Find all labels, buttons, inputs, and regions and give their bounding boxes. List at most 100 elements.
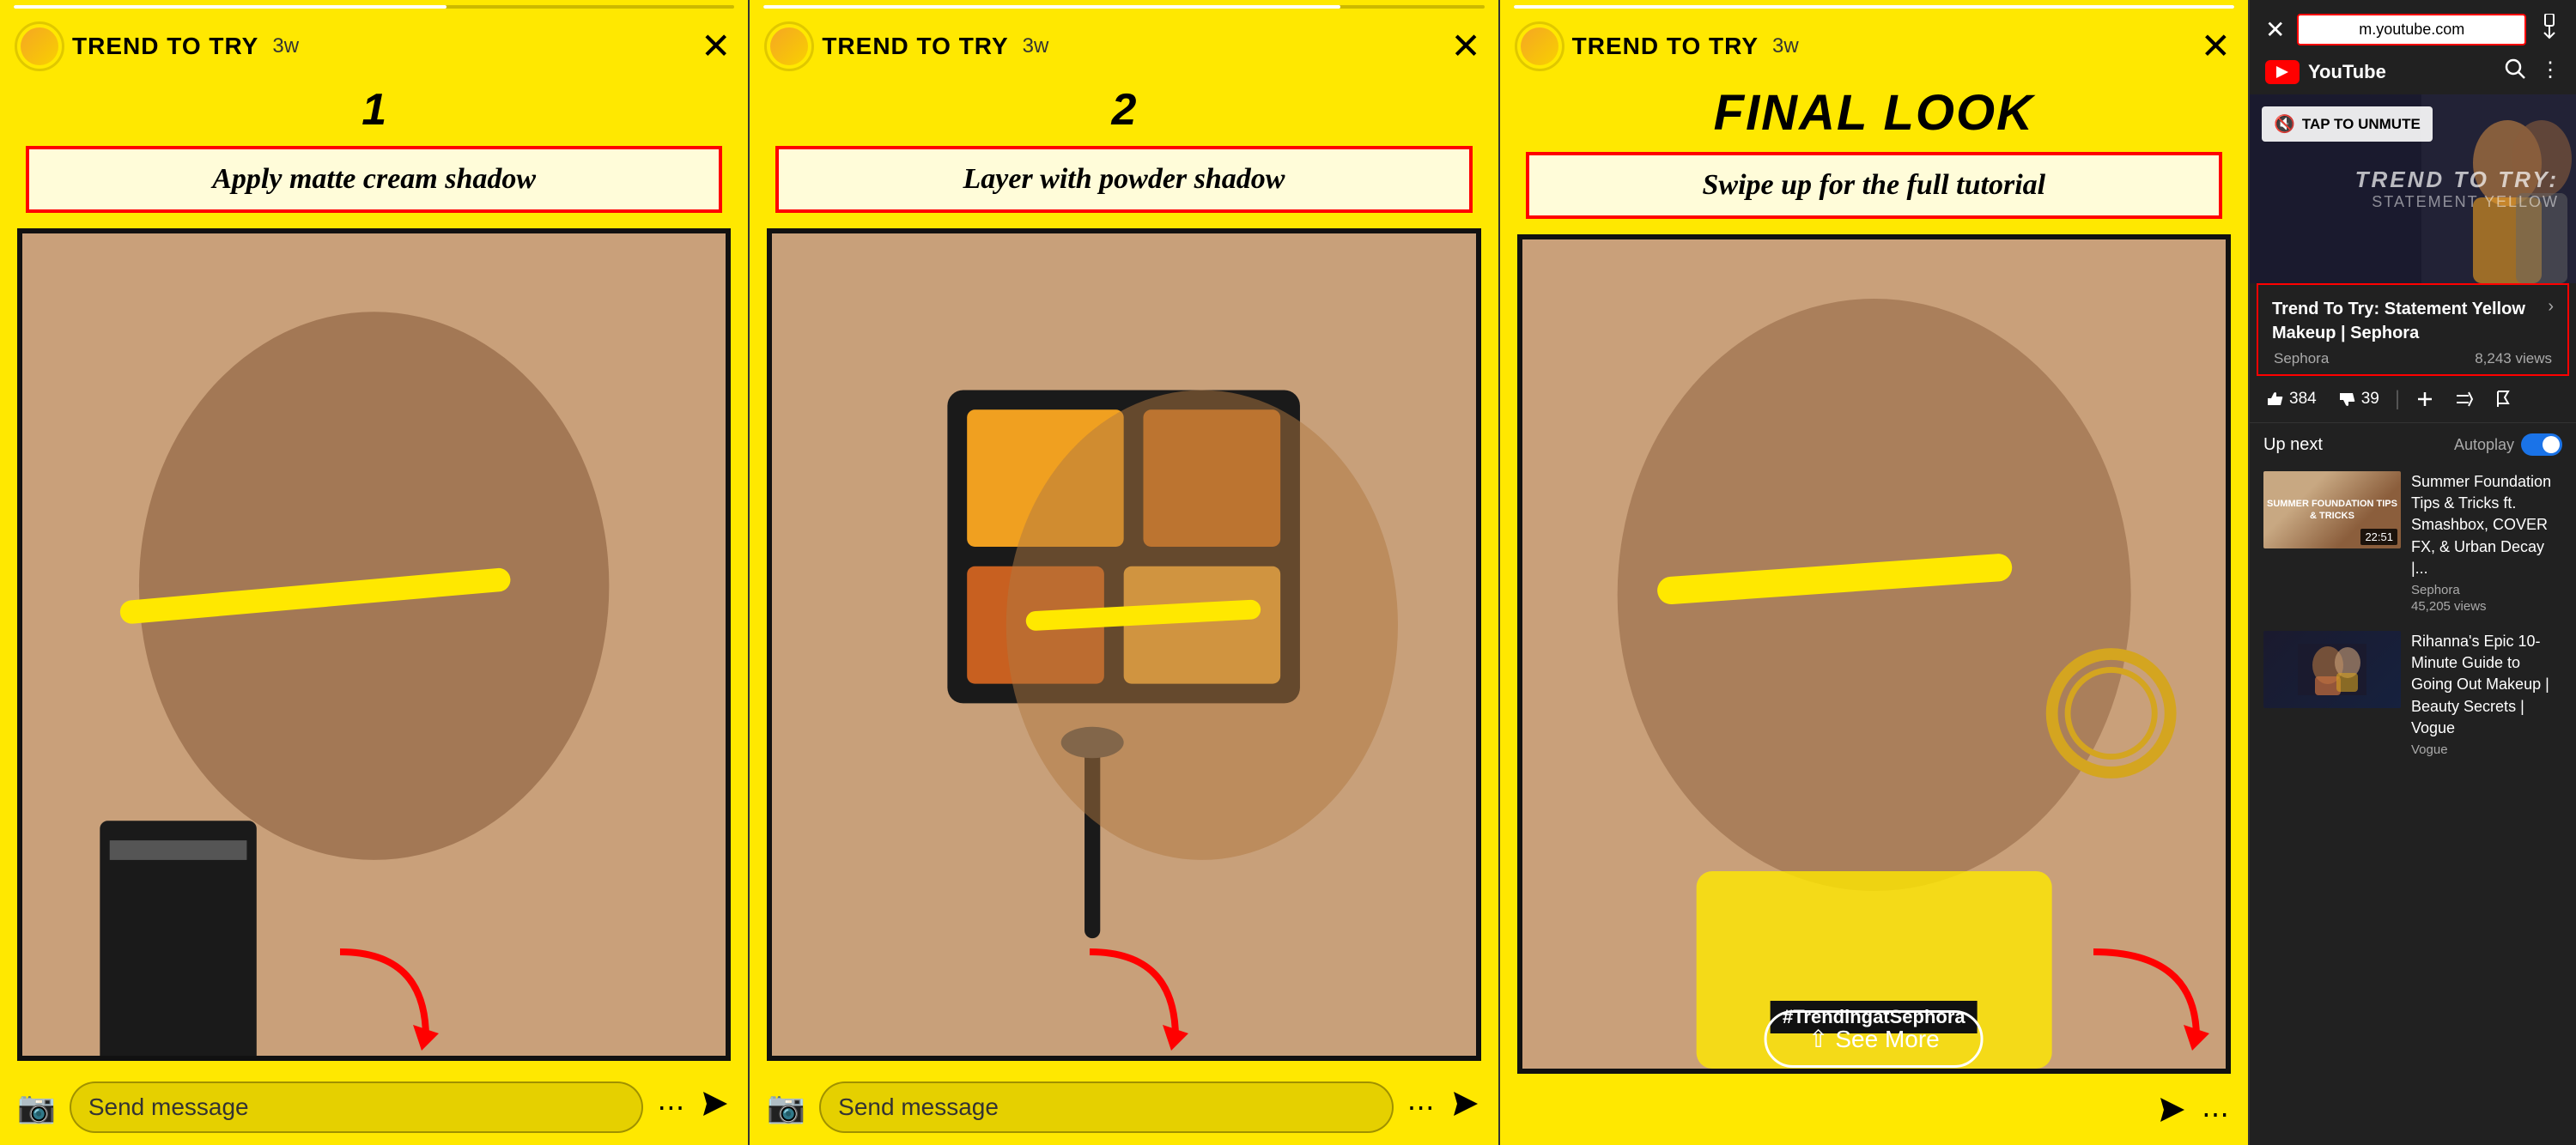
more-icon-1[interactable]: ⋯ [657, 1091, 686, 1124]
yt-close-icon[interactable]: ✕ [2265, 15, 2285, 44]
story-footer-1: 📷 Send message ⋯ [0, 1069, 748, 1145]
share-action-svg [2455, 390, 2474, 409]
flag-svg [2494, 390, 2513, 409]
story-panel-2: TREND TO TRY 3w ✕ 2 Layer with powder sh… [750, 0, 1499, 1145]
yt-autoplay-toggle[interactable] [2521, 433, 2562, 456]
story-header-1: TREND TO TRY 3w ✕ [0, 9, 748, 77]
story-caption-box-3: Swipe up for the full tutorial [1526, 152, 2222, 219]
yt-url-bar[interactable]: m.youtube.com [2297, 14, 2526, 45]
story-avatar-2 [767, 24, 811, 69]
yt-video-title: Trend To Try: Statement Yellow Makeup | … [2272, 297, 2548, 345]
story-footer-3: ⋯ [1500, 1082, 2248, 1145]
story-header-2: TREND TO TRY 3w ✕ [750, 9, 1498, 77]
yt-search-icon[interactable] [2504, 58, 2526, 86]
story-avatar-3 [1517, 24, 1562, 69]
yt-like-count: 384 [2289, 390, 2317, 409]
yt-rec-title-2: Rihanna's Epic 10-Minute Guide to Going … [2411, 631, 2562, 739]
yt-video-info: Trend To Try: Statement Yellow Makeup | … [2257, 283, 2569, 376]
story-caption-box-1: Apply matte cream shadow [26, 146, 722, 213]
yt-rec-info-1: Summer Foundation Tips & Tricks ft. Smas… [2411, 471, 2562, 614]
send-icon-3[interactable] [2157, 1094, 2188, 1133]
yt-rec-channel-1: Sephora [2411, 583, 2562, 597]
yt-views: 8,243 views [2475, 350, 2552, 367]
story-caption-3: Swipe up for the full tutorial [1703, 169, 2046, 201]
story-image-bg-1 [22, 233, 726, 1056]
more-icon-3[interactable]: ⋯ [2202, 1098, 2231, 1130]
send-icon-2[interactable] [1450, 1088, 1481, 1127]
yt-rec-channel-2: Vogue [2411, 742, 2562, 757]
thumbs-up-svg [2265, 390, 2284, 409]
story-time-2: 3w [1023, 34, 1049, 58]
story-close-3[interactable]: ✕ [2201, 28, 2231, 64]
story-header-3: TREND TO TRY 3w ✕ [1500, 9, 2248, 77]
search-svg [2504, 58, 2526, 80]
story-panel-3: TREND TO TRY 3w ✕ FINAL LOOK Swipe up fo… [1500, 0, 2250, 1145]
yt-rec-item-2[interactable]: Rihanna's Epic 10-Minute Guide to Going … [2250, 622, 2576, 767]
yt-unmute-button[interactable]: 🔇 TAP TO UNMUTE [2262, 106, 2433, 142]
arrow-svg-2 [1038, 935, 1210, 1072]
yt-rec-thumb-1: SUMMER FOUNDATION TIPS & TRICKS 22:51 [2263, 471, 2401, 548]
arrow-svg-3 [2059, 935, 2231, 1072]
yt-unmute-label: TAP TO UNMUTE [2302, 116, 2421, 133]
yt-title-row: Trend To Try: Statement Yellow Makeup | … [2272, 297, 2554, 345]
yt-autoplay-label: Autoplay [2454, 436, 2514, 454]
yt-rec-duration-1: 22:51 [2360, 529, 2397, 545]
camera-icon-1[interactable]: 📷 [17, 1089, 56, 1125]
yt-up-next-label: Up next [2263, 435, 2323, 455]
arrow-1 [289, 935, 460, 1076]
more-icon-2[interactable]: ⋯ [1407, 1091, 1437, 1124]
mute-icon: 🔇 [2274, 113, 2295, 135]
yt-dislike-button[interactable]: 39 [2329, 385, 2388, 414]
chevron-up-icon: ⇧ [1808, 1025, 1828, 1053]
yt-brand-name: YouTube [2308, 61, 2386, 83]
yt-like-button[interactable]: 384 [2257, 385, 2325, 414]
story-avatar-1 [17, 24, 62, 69]
story-close-2[interactable]: ✕ [1450, 28, 1480, 64]
yt-overlay-line1: TREND TO TRY: [2355, 167, 2559, 193]
see-more-button[interactable]: ⇧ See More [1765, 1010, 1984, 1068]
yt-more-icon[interactable]: ⋮ [2540, 58, 2561, 86]
story-image-svg-2 [772, 233, 1475, 1056]
yt-action-row: 384 39 | [2250, 376, 2576, 423]
avatar-inner-2 [770, 27, 808, 65]
story-image-svg-1 [22, 233, 726, 1056]
yt-channel-name: Sephora [2274, 350, 2329, 367]
yt-top-bar: ✕ m.youtube.com [2250, 0, 2576, 52]
story-panel-1: TREND TO TRY 3w ✕ 1 Apply matte cream sh… [0, 0, 750, 1145]
story-time-1: 3w [272, 34, 299, 58]
yt-add-button[interactable] [2407, 385, 2443, 414]
message-input-1[interactable]: Send message [70, 1081, 644, 1133]
camera-icon-2[interactable]: 📷 [767, 1089, 805, 1125]
add-svg [2415, 390, 2434, 409]
story-image-bg-2 [772, 233, 1475, 1056]
yt-rec-thumb-svg-2 [2298, 644, 2366, 695]
story-caption-box-2: Layer with powder shadow [775, 146, 1472, 213]
yt-icons-right: ⋮ [2504, 58, 2561, 86]
story-close-1[interactable]: ✕ [701, 28, 731, 64]
yt-share-icon[interactable] [2538, 14, 2561, 45]
message-input-2[interactable]: Send message [819, 1081, 1394, 1133]
arrow-svg-1 [289, 935, 460, 1072]
yt-autoplay-row: Autoplay [2454, 433, 2562, 456]
story-username-3: TREND TO TRY [1572, 33, 1759, 60]
story-footer-2: 📷 Send message ⋯ [750, 1069, 1498, 1145]
arrow-3 [2059, 935, 2231, 1076]
yt-rec-thumb-bg-2 [2263, 631, 2401, 708]
yt-rec-item-1[interactable]: SUMMER FOUNDATION TIPS & TRICKS 22:51 Su… [2250, 463, 2576, 622]
share-svg [2538, 14, 2561, 39]
send-svg-3 [2157, 1094, 2188, 1125]
yt-chevron-icon[interactable]: › [2548, 297, 2554, 317]
send-icon-1[interactable] [700, 1088, 731, 1127]
see-more-label: See More [1835, 1026, 1939, 1053]
story-step-1: 1 [0, 77, 748, 139]
yt-overlay-line2: STATEMENT YELLOW [2355, 193, 2559, 211]
yt-video-container[interactable]: TREND TO TRY: STATEMENT YELLOW 🔇 TAP TO … [2250, 94, 2576, 283]
send-svg-2 [1450, 1088, 1481, 1119]
send-svg-1 [700, 1088, 731, 1119]
yt-dislike-count: 39 [2361, 390, 2379, 409]
yt-recommended-list: SUMMER FOUNDATION TIPS & TRICKS 22:51 Su… [2250, 463, 2576, 1145]
yt-share-button[interactable] [2446, 385, 2482, 414]
stories-section: TREND TO TRY 3w ✕ 1 Apply matte cream sh… [0, 0, 2250, 1145]
yt-up-next-row: Up next Autoplay [2250, 423, 2576, 463]
yt-flag-button[interactable] [2486, 385, 2522, 414]
